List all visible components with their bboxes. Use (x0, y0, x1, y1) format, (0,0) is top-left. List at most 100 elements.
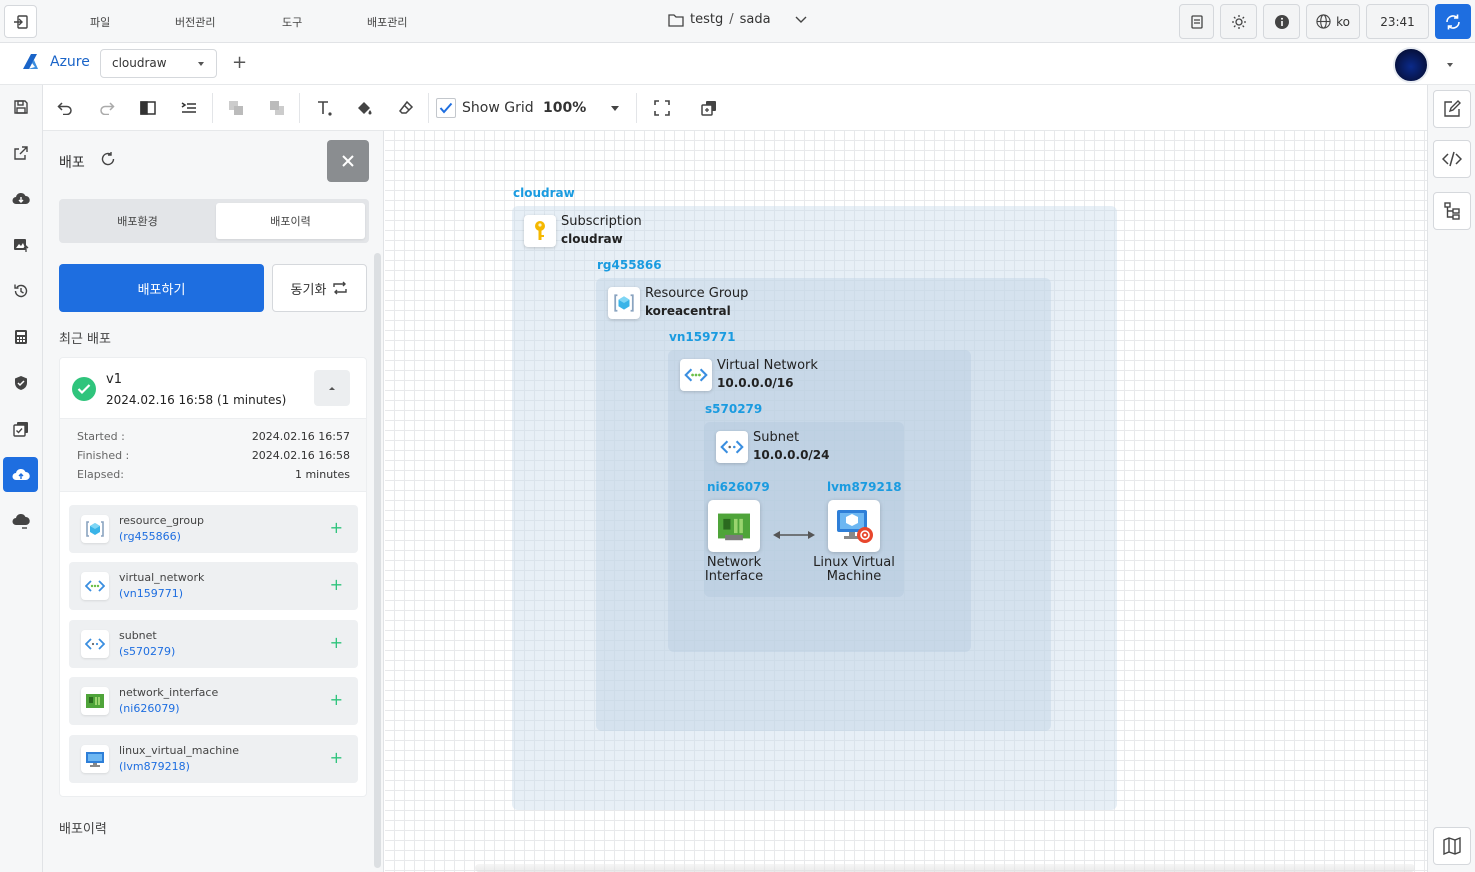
theme-toggle-button[interactable] (1220, 4, 1257, 39)
subnet-icon[interactable] (716, 431, 748, 463)
avatar-caret-icon[interactable] (1447, 63, 1453, 67)
resource-group-title: Resource Group (645, 286, 749, 301)
nic-label[interactable]: ni626079 (707, 480, 770, 494)
rail-history[interactable] (3, 273, 38, 308)
layers-button[interactable] (698, 97, 720, 119)
environment-select[interactable]: cloudraw (100, 49, 217, 78)
rail-image-upload[interactable] (3, 227, 38, 262)
zoom-level[interactable]: 100% (543, 100, 586, 116)
menu-deploy[interactable]: 배포관리 (367, 14, 407, 30)
virtual-network-icon[interactable] (680, 359, 712, 391)
resource-type: linux_virtual_machine (119, 744, 240, 757)
bring-front-button[interactable] (225, 97, 247, 119)
environment-bar: Azure cloudraw + (0, 43, 1475, 85)
undo-icon (57, 102, 72, 115)
info-button[interactable] (1263, 4, 1300, 39)
meta-started-label: Started : (77, 430, 125, 443)
send-back-button[interactable] (266, 97, 288, 119)
connection-arrow[interactable] (772, 528, 816, 542)
vm-label[interactable]: lvm879218 (827, 480, 902, 494)
tab-deploy-history[interactable]: 배포이력 (216, 203, 365, 239)
bring-front-icon (229, 101, 243, 115)
menu-tools[interactable]: 도구 (282, 14, 302, 30)
exit-button[interactable] (4, 5, 37, 38)
deploy-button[interactable]: 배포하기 (59, 264, 264, 312)
vm-title-line2: Machine (826, 569, 882, 584)
tree-view-button[interactable] (1433, 192, 1471, 230)
collapse-button[interactable] (314, 370, 350, 406)
show-grid-label[interactable]: Show Grid (462, 100, 534, 116)
zoom-caret-icon[interactable] (611, 106, 619, 111)
toolbar-separator (212, 93, 213, 123)
resource-group-icon[interactable] (608, 287, 640, 319)
tab-deploy-env[interactable]: 배포환경 (63, 203, 212, 239)
deploy-version: v1 (106, 372, 122, 387)
project-selector[interactable]: testg / sada (668, 12, 807, 27)
panel-toggle-button[interactable] (137, 97, 159, 119)
status-added: + (329, 748, 343, 767)
show-grid-checkbox[interactable] (436, 98, 456, 118)
key-icon[interactable] (524, 215, 556, 247)
panel-close-button[interactable] (327, 140, 369, 182)
sync-button[interactable]: 동기화 (272, 264, 367, 312)
network-interface-icon[interactable] (708, 500, 760, 552)
fullscreen-icon (654, 100, 670, 116)
eraser-icon (399, 100, 414, 114)
rail-checklist[interactable] (3, 411, 38, 446)
line-style-button[interactable] (395, 97, 417, 119)
code-view-button[interactable] (1433, 140, 1471, 178)
panel-scrollbar[interactable] (374, 253, 381, 868)
undo-button[interactable] (54, 97, 76, 119)
code-icon (1442, 151, 1462, 167)
list-item[interactable]: network_interface (ni626079) + (69, 677, 358, 725)
subnet-label[interactable]: s570279 (705, 402, 762, 416)
resource-group-label[interactable]: rg455866 (597, 258, 662, 272)
fullscreen-button[interactable] (651, 97, 673, 119)
resource-id: (s570279) (119, 645, 176, 658)
map-button[interactable] (1433, 827, 1471, 865)
success-icon (72, 377, 96, 401)
folder-icon (668, 13, 684, 27)
document-button[interactable] (1179, 4, 1214, 39)
menu-file[interactable]: 파일 (90, 14, 110, 30)
outline-toggle-button[interactable] (178, 97, 200, 119)
list-item[interactable]: linux_virtual_machine (lvm879218) + (69, 735, 358, 783)
rail-export[interactable] (3, 135, 38, 170)
rail-save[interactable] (3, 89, 38, 124)
rail-deploy[interactable] (3, 457, 38, 492)
rail-download[interactable] (3, 181, 38, 216)
language-button[interactable]: ko (1306, 4, 1360, 39)
canvas-scrollbar[interactable] (475, 864, 1415, 872)
sync-button-label: 동기화 (290, 282, 327, 298)
image-upload-icon (13, 238, 28, 252)
list-item[interactable]: resource_group (rg455866) + (69, 505, 358, 553)
text-tool-button[interactable] (314, 97, 336, 119)
close-icon (342, 155, 354, 167)
linux-vm-icon[interactable] (828, 500, 880, 552)
deploy-history-label: 배포이력 (59, 822, 107, 837)
editor-toolbar: Show Grid 100% (43, 85, 1427, 131)
environment-value: cloudraw (112, 56, 167, 70)
fill-color-button[interactable] (354, 97, 376, 119)
add-environment-button[interactable]: + (232, 52, 247, 73)
diagram-canvas[interactable]: cloudraw Subscription cloudraw rg455866 … (385, 131, 1427, 872)
redo-button[interactable] (96, 97, 118, 119)
exit-icon (13, 14, 28, 29)
menu-version[interactable]: 버전관리 (175, 14, 215, 30)
vnet-label[interactable]: vn159771 (669, 330, 735, 344)
tree-icon (1444, 202, 1460, 220)
azure-logo: Azure (22, 53, 90, 71)
panel-refresh-button[interactable] (100, 151, 116, 171)
subscription-label[interactable]: cloudraw (513, 186, 575, 200)
meta-elapsed: Elapsed: 1 minutes (77, 468, 350, 481)
document-icon (1190, 14, 1203, 29)
edit-properties-button[interactable] (1433, 90, 1471, 128)
avatar[interactable] (1393, 47, 1429, 83)
rail-calculator[interactable] (3, 319, 38, 354)
list-item[interactable]: subnet (s570279) + (69, 620, 358, 668)
list-item[interactable]: virtual_network (vn159771) + (69, 562, 358, 610)
rail-cloud-sync[interactable] (3, 503, 38, 538)
rail-security[interactable] (3, 365, 38, 400)
deploy-date-line: 2024.02.16 16:58 (1 minutes) (106, 393, 286, 407)
sync-top-button[interactable] (1435, 4, 1471, 39)
